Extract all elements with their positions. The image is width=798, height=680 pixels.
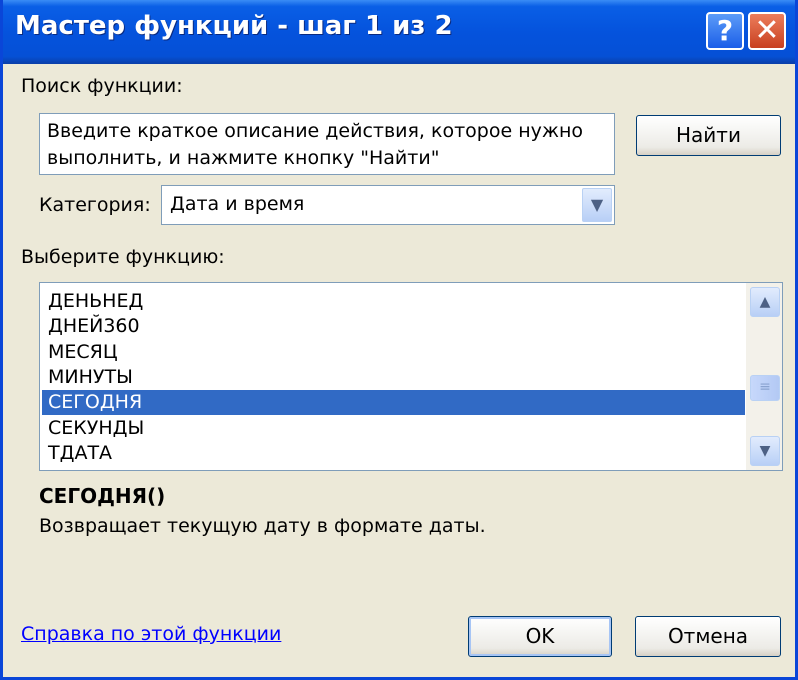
list-scrollbar[interactable]: ▲ ≡ ▼: [746, 283, 782, 470]
function-signature: СЕГОДНЯ(): [39, 484, 166, 508]
cancel-button[interactable]: Отмена: [635, 616, 781, 657]
close-button[interactable]: ✕: [748, 12, 786, 50]
chevron-up-icon[interactable]: ▲: [750, 287, 780, 317]
scroll-thumb[interactable]: ≡: [750, 375, 780, 401]
list-item[interactable]: ДЕНЬНЕД: [42, 289, 745, 314]
window-title: Мастер функций - шаг 1 из 2: [15, 11, 453, 41]
list-item[interactable]: СЕКУНДЫ: [42, 416, 745, 441]
function-help-link[interactable]: Справка по этой функции: [21, 623, 281, 645]
list-item[interactable]: МИНУТЫ: [42, 365, 745, 390]
chevron-down-icon[interactable]: ▼: [750, 436, 780, 466]
list-item[interactable]: ТДАТА: [42, 441, 745, 466]
function-description: Возвращает текущую дату в формате даты.: [39, 515, 486, 537]
category-label: Категория:: [39, 194, 151, 216]
search-input[interactable]: Введите краткое описание действия, котор…: [39, 113, 615, 175]
category-select[interactable]: Дата и время ▼: [161, 185, 615, 225]
category-selected-value: Дата и время: [170, 193, 305, 215]
title-bar[interactable]: Мастер функций - шаг 1 из 2 ? ✕: [3, 0, 795, 64]
help-button[interactable]: ?: [706, 12, 744, 50]
function-wizard-dialog: Мастер функций - шаг 1 из 2 ? ✕ Поиск фу…: [0, 0, 798, 680]
list-item[interactable]: ДНЕЙ360: [42, 314, 745, 339]
function-list-label: Выберите функцию:: [21, 246, 225, 268]
find-button[interactable]: Найти: [636, 115, 781, 156]
search-label: Поиск функции:: [21, 75, 183, 97]
list-item[interactable]: МЕСЯЦ: [42, 340, 745, 365]
list-item-selected[interactable]: СЕГОДНЯ: [42, 390, 745, 415]
ok-button[interactable]: OK: [468, 616, 612, 657]
chevron-down-icon[interactable]: ▼: [582, 188, 612, 222]
function-list[interactable]: ДЕНЬНЕД ДНЕЙ360 МЕСЯЦ МИНУТЫ СЕГОДНЯ СЕК…: [39, 282, 783, 471]
